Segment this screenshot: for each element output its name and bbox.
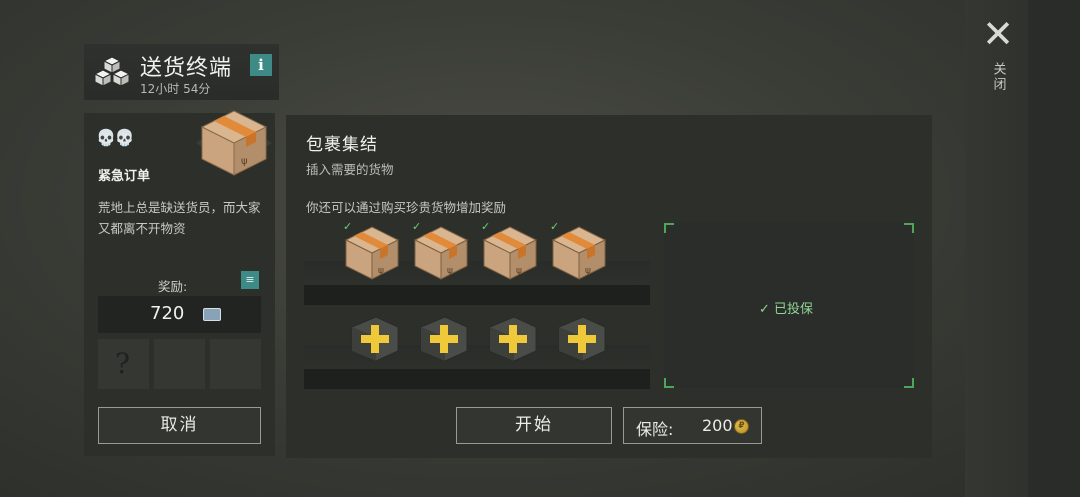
start-button[interactable]: 开始 bbox=[456, 407, 612, 444]
insured-status: ✓ 已投保 bbox=[759, 302, 814, 317]
order-title: 紧急订单 bbox=[98, 169, 151, 184]
cancel-button[interactable]: 取消 bbox=[98, 407, 261, 444]
add-package-slot[interactable] bbox=[346, 313, 404, 363]
close-button[interactable]: ✕ 关闭 bbox=[978, 15, 1018, 106]
package-slot-filled[interactable]: ψ bbox=[480, 223, 540, 283]
cubes-icon bbox=[94, 56, 130, 87]
close-label[interactable]: 关闭 bbox=[989, 62, 1008, 92]
reward-slot-empty bbox=[154, 339, 205, 389]
skull-icon: 💀💀 bbox=[96, 128, 135, 147]
ticket-icon bbox=[203, 308, 221, 321]
order-description: 荒地上总是缺送货员，而大家又都离不开物资 bbox=[98, 200, 261, 236]
reward-slot-unknown: ? bbox=[98, 339, 149, 389]
question-mark-icon: ? bbox=[115, 347, 131, 380]
frame-corner bbox=[664, 223, 674, 233]
info-button[interactable]: i bbox=[250, 54, 272, 76]
bonus-hint: 你还可以通过购买珍贵货物增加奖励 bbox=[306, 200, 507, 215]
add-package-slot[interactable] bbox=[415, 313, 473, 363]
svg-text:ψ: ψ bbox=[585, 266, 591, 276]
frame-corner bbox=[904, 223, 914, 233]
insurance-value: 200 bbox=[702, 416, 733, 435]
section-subtitle: 插入需要的货物 bbox=[306, 162, 394, 177]
section-title: 包裹集结 bbox=[306, 135, 378, 155]
reward-label: 奖励: bbox=[158, 279, 188, 294]
coin-icon: ₽ bbox=[734, 419, 749, 434]
add-package-slot[interactable] bbox=[484, 313, 542, 363]
order-box-icon: ψ bbox=[196, 110, 272, 176]
order-panel: 💀💀 ψ 紧急订单 荒地上总是缺送货员，而大家又都离不开物资 奖励: ≡ 720… bbox=[84, 110, 275, 456]
page-title: 送货终端 bbox=[140, 56, 233, 81]
assembly-panel: 包裹集结 插入需要的货物 你还可以通过购买珍贵货物增加奖励 ✓ ψ ✓ ψ ✓ … bbox=[286, 115, 932, 458]
list-icon[interactable]: ≡ bbox=[241, 271, 259, 289]
package-slot-filled[interactable]: ψ bbox=[549, 223, 609, 283]
reward-value: 720 bbox=[150, 303, 185, 324]
right-edge bbox=[1028, 0, 1080, 497]
svg-text:ψ: ψ bbox=[378, 266, 384, 276]
insurance-drop-area[interactable]: ✓ 已投保 bbox=[664, 223, 914, 388]
svg-text:ψ: ψ bbox=[516, 266, 522, 276]
svg-text:ψ: ψ bbox=[241, 156, 248, 167]
insurance-button[interactable]: 保险: 200 ₽ bbox=[623, 407, 762, 444]
time-remaining: 12小时 54分 bbox=[140, 82, 211, 96]
reward-slot-empty bbox=[210, 339, 261, 389]
svg-text:ψ: ψ bbox=[447, 266, 453, 276]
frame-corner bbox=[904, 378, 914, 388]
add-package-slot[interactable] bbox=[553, 313, 611, 363]
reward-box: 720 bbox=[98, 296, 261, 333]
package-slot-filled[interactable]: ψ bbox=[342, 223, 402, 283]
insurance-label: 保险: bbox=[636, 420, 674, 439]
close-icon[interactable]: ✕ bbox=[978, 15, 1018, 53]
package-slot-filled[interactable]: ψ bbox=[411, 223, 471, 283]
frame-corner bbox=[664, 378, 674, 388]
